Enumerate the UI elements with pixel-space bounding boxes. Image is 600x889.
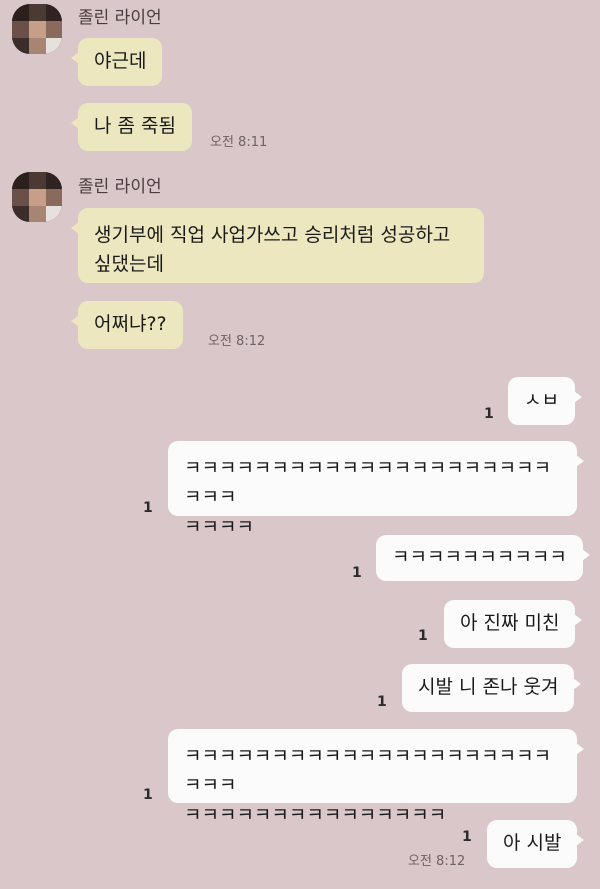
message-bubble[interactable]: 어쩌냐?? bbox=[71, 301, 183, 349]
message-time: 오전 8:12 bbox=[208, 334, 266, 349]
message-bubble[interactable]: 야근데 bbox=[70, 38, 163, 86]
sender-avatar[interactable] bbox=[12, 172, 62, 222]
message-bubble[interactable]: 나 좀 죽됨 bbox=[71, 103, 192, 151]
sender-avatar[interactable] bbox=[12, 4, 62, 54]
sender-name: 졸린 라이언 bbox=[78, 177, 162, 197]
unread-count: 1 bbox=[484, 406, 494, 422]
message-bubble[interactable]: 생기부에 직업 사업가쓰고 승리처럼 성공하고 싶댔는데 bbox=[71, 208, 484, 283]
message-time: 오전 8:12 bbox=[408, 854, 466, 869]
message-bubble[interactable]: ㅅㅂ bbox=[508, 377, 582, 425]
message-bubble[interactable]: ㅋㅋㅋㅋㅋㅋㅋㅋㅋㅋ bbox=[376, 535, 590, 581]
unread-count: 1 bbox=[143, 500, 153, 516]
message-bubble[interactable]: ㅋㅋㅋㅋㅋㅋㅋㅋㅋㅋㅋㅋㅋㅋㅋㅋㅋㅋㅋㅋㅋㅋㅋㅋ ㅋㅋㅋㅋㅋㅋㅋㅋㅋㅋㅋㅋㅋㅋㅋ bbox=[168, 729, 584, 826]
message-bubble[interactable]: ㅋㅋㅋㅋㅋㅋㅋㅋㅋㅋㅋㅋㅋㅋㅋㅋㅋㅋㅋㅋㅋㅋㅋㅋ ㅋㅋㅋㅋ bbox=[168, 441, 584, 538]
unread-count: 1 bbox=[377, 694, 387, 710]
message-bubble[interactable]: 아 시발 bbox=[487, 820, 586, 868]
sender-name: 졸린 라이언 bbox=[78, 8, 162, 28]
unread-count: 1 bbox=[352, 565, 362, 581]
message-bubble[interactable]: 시발 니 존나 웃겨 bbox=[402, 664, 582, 712]
message-time: 오전 8:11 bbox=[210, 135, 268, 150]
unread-count: 1 bbox=[418, 628, 428, 644]
message-bubble[interactable]: 아 진짜 미친 bbox=[444, 600, 583, 648]
unread-count: 1 bbox=[143, 787, 153, 803]
unread-count: 1 bbox=[462, 829, 472, 845]
